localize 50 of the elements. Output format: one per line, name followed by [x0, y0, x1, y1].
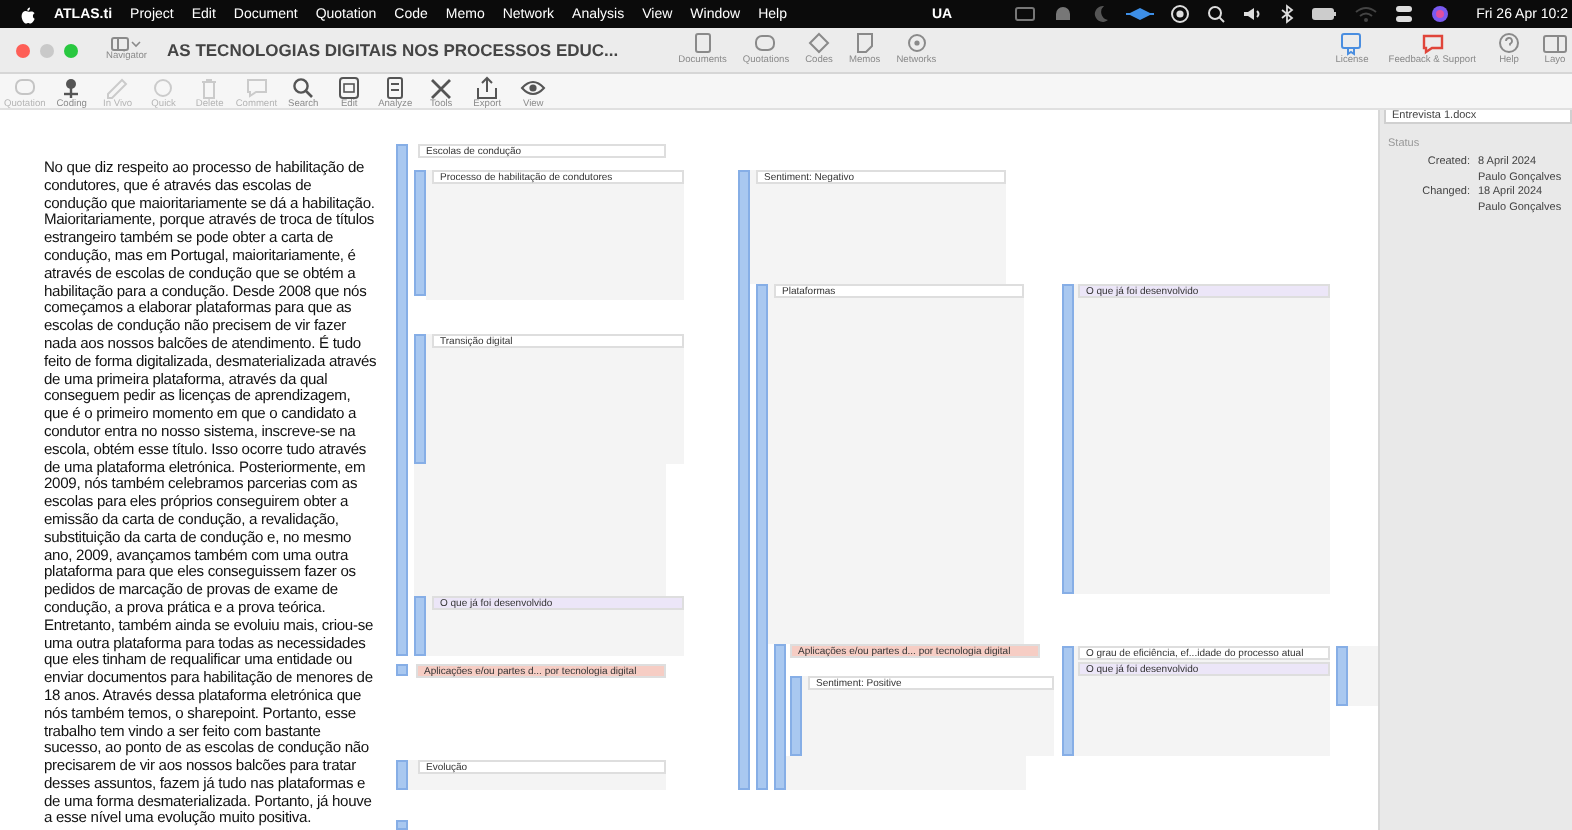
control-center-icon — [1394, 4, 1415, 24]
quotation-bracket[interactable] — [774, 644, 786, 790]
export-icon — [474, 76, 501, 100]
zoom-window-icon — [64, 43, 78, 57]
volume-icon — [1242, 4, 1263, 24]
quotation-bracket[interactable] — [738, 170, 750, 790]
display-icon — [1014, 4, 1037, 24]
quotation-bracket[interactable] — [396, 144, 408, 656]
quotation-bracket[interactable] — [396, 664, 408, 676]
tools-icon — [428, 76, 455, 100]
window-title: AS TECNOLOGIAS DIGITAIS NOS PROCESSOS EDUC... — [167, 40, 619, 60]
quotation-bracket[interactable] — [414, 334, 426, 464]
search-icon — [290, 76, 317, 100]
apple-logo-icon — [20, 5, 36, 23]
quotation-bracket[interactable] — [1062, 284, 1074, 594]
quotation-bracket[interactable] — [414, 596, 426, 656]
quotation-bracket[interactable] — [396, 820, 408, 830]
note-icon — [851, 32, 878, 57]
sidebar-icon — [110, 36, 143, 53]
quotation-bracket[interactable] — [756, 284, 768, 790]
battery-icon — [1310, 4, 1339, 24]
layout-icon — [1542, 32, 1568, 57]
certificate-icon — [1338, 32, 1365, 57]
diamond-icon — [806, 32, 833, 57]
network-icon — [903, 32, 930, 57]
eye-icon — [520, 76, 547, 100]
quotation-bracket[interactable] — [790, 676, 802, 756]
pen-icon — [104, 76, 131, 100]
search-icon — [1206, 4, 1227, 24]
quotation-bracket[interactable] — [396, 760, 408, 790]
quotation-bracket[interactable] — [414, 170, 426, 296]
document-icon — [382, 76, 409, 100]
speech-bubble-icon — [243, 76, 270, 100]
document-icon — [336, 76, 363, 100]
diamond-icon — [1126, 4, 1155, 24]
record-icon — [1170, 4, 1191, 24]
siri-icon — [1430, 4, 1451, 24]
close-window-icon — [16, 43, 30, 57]
moon-icon — [1090, 4, 1111, 24]
speech-bubble-icon — [1419, 32, 1446, 57]
quote-bracket-icon — [752, 32, 779, 57]
quotation-bracket[interactable] — [1336, 646, 1348, 706]
quotation-bracket[interactable] — [1062, 646, 1074, 756]
bluetooth-icon — [1278, 4, 1295, 24]
help-icon — [1496, 32, 1522, 57]
quote-bracket-icon — [11, 76, 38, 100]
circle-icon — [150, 76, 177, 100]
wifi-icon — [1354, 4, 1379, 24]
document-icon — [689, 32, 716, 57]
minimize-window-icon — [40, 43, 54, 57]
